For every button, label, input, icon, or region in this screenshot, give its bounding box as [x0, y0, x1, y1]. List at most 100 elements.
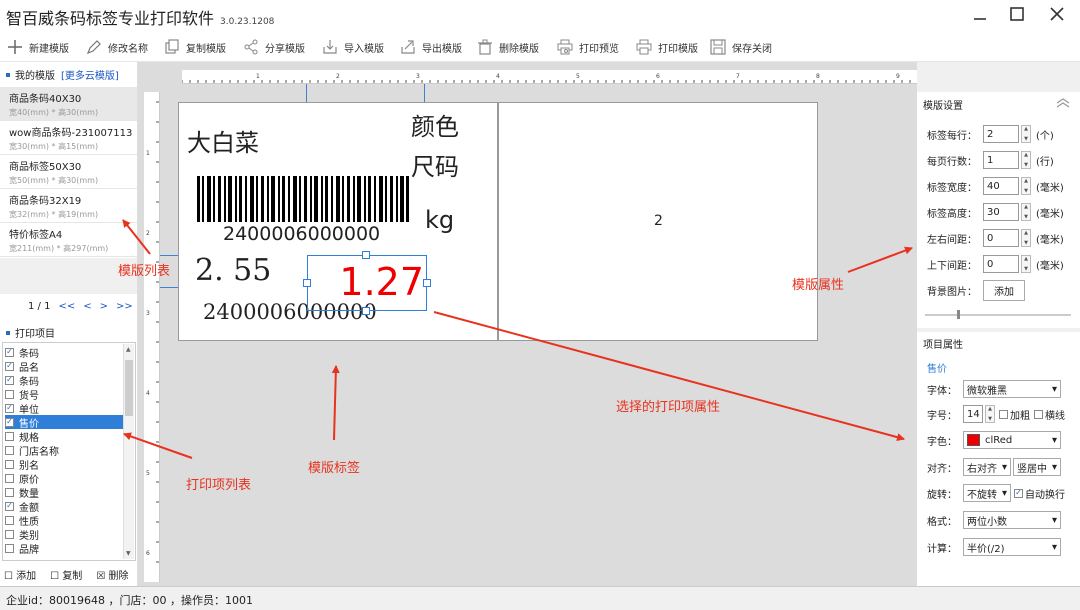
- close-button[interactable]: [1040, 0, 1074, 28]
- checkbox-unchecked-icon[interactable]: [1034, 409, 1043, 419]
- label-unit-field[interactable]: kg: [425, 206, 454, 234]
- lr-spacing-input[interactable]: 0: [983, 229, 1019, 247]
- scroll-down-icon[interactable]: ▼: [126, 550, 131, 557]
- checkbox-checked-icon[interactable]: ✓: [5, 403, 14, 413]
- checkbox-unchecked-icon[interactable]: [5, 445, 14, 455]
- height-spinner[interactable]: ▲ ▼: [1021, 203, 1031, 221]
- print-item[interactable]: ✓ 单位: [5, 401, 125, 416]
- checkbox-checked-icon[interactable]: ✓: [5, 347, 14, 357]
- checkbox-unchecked-icon[interactable]: [5, 473, 14, 483]
- font-select[interactable]: 微软雅黑 ▾: [963, 380, 1061, 398]
- rows-input[interactable]: 1: [983, 151, 1019, 169]
- print-items-list[interactable]: ✓ 条码 ✓ 品名 ✓ 条码 货号 ✓ 单位 ✓ 售价 规格 门店名称 别名 原价 数量 …: [2, 342, 136, 561]
- resize-handle[interactable]: [362, 251, 370, 259]
- v-align-select[interactable]: 竖居中 ▾: [1013, 458, 1061, 476]
- delete-item-button[interactable]: ☒ 删除: [96, 567, 128, 582]
- print-item[interactable]: 类别: [5, 527, 125, 542]
- print-item[interactable]: ✓ 金额: [5, 499, 125, 514]
- checkbox-checked-icon[interactable]: ✓: [5, 501, 14, 511]
- print-item[interactable]: 原价: [5, 471, 125, 486]
- label-original-price[interactable]: 2. 55: [195, 253, 271, 288]
- scroll-thumb[interactable]: [125, 360, 133, 416]
- collapse-icon[interactable]: [1055, 97, 1071, 109]
- print-item[interactable]: 性质: [5, 513, 125, 528]
- barcode-number[interactable]: 2400006000000: [223, 223, 380, 245]
- checkbox-checked-icon[interactable]: ✓: [5, 361, 14, 371]
- print-item[interactable]: 别名: [5, 457, 125, 472]
- save-close-button[interactable]: 保存关闭: [710, 37, 772, 57]
- rows-spinner[interactable]: ▲ ▼: [1021, 151, 1031, 169]
- per-row-input[interactable]: 2: [983, 125, 1019, 143]
- checkbox-checked-icon[interactable]: ✓: [5, 375, 14, 385]
- print-item[interactable]: 品牌: [5, 541, 125, 556]
- guide-line[interactable]: [160, 255, 178, 256]
- selected-price-text[interactable]: 1.27: [339, 260, 424, 304]
- per-row-spinner[interactable]: ▲ ▼: [1021, 125, 1031, 143]
- delete-template-button[interactable]: 删除模版: [477, 37, 539, 57]
- share-template-button[interactable]: 分享模版: [243, 37, 305, 57]
- template-item[interactable]: wow商品条码-231007113 宽30(mm) * 高15(mm): [0, 121, 137, 155]
- selected-price-field[interactable]: 1.27: [303, 251, 431, 315]
- print-item[interactable]: ✓ 条码: [5, 345, 125, 360]
- resize-handle[interactable]: [362, 307, 370, 315]
- calculation-select[interactable]: 半价(/2) ▾: [963, 538, 1061, 556]
- new-template-button[interactable]: 新建模版: [7, 37, 69, 57]
- zoom-slider-thumb[interactable]: [957, 310, 960, 319]
- print-template-button[interactable]: 打印模版: [636, 37, 698, 57]
- prev-page-button[interactable]: <: [83, 301, 91, 312]
- checkbox-unchecked-icon[interactable]: [5, 389, 14, 399]
- resize-handle[interactable]: [423, 279, 431, 287]
- h-align-select[interactable]: 右对齐 ▾: [963, 458, 1011, 476]
- checkbox-unchecked-icon[interactable]: [999, 409, 1008, 419]
- font-size-spinner[interactable]: ▲ ▼: [985, 405, 995, 423]
- checkbox-unchecked-icon[interactable]: [5, 543, 14, 553]
- lr-spacing-spinner[interactable]: ▲ ▼: [1021, 229, 1031, 247]
- guide-line[interactable]: [306, 84, 307, 102]
- label-template[interactable]: 大白菜 颜色 尺码 2400006000000 kg 2. 55 2400006…: [178, 102, 498, 341]
- print-item[interactable]: 规格: [5, 429, 125, 444]
- height-input[interactable]: 30: [983, 203, 1019, 221]
- width-input[interactable]: 40: [983, 177, 1019, 195]
- label-size-field[interactable]: 尺码: [411, 147, 459, 182]
- copy-template-button[interactable]: 复制模版: [164, 37, 226, 57]
- checkbox-checked-icon[interactable]: ✓: [1014, 488, 1023, 498]
- last-page-button[interactable]: >>: [116, 301, 133, 312]
- print-preview-button[interactable]: 打印预览: [557, 37, 619, 57]
- minimize-button[interactable]: [963, 0, 997, 28]
- print-item[interactable]: 数量: [5, 485, 125, 500]
- scroll-up-icon[interactable]: ▲: [126, 346, 131, 353]
- label-product-name[interactable]: 大白菜: [187, 123, 259, 158]
- list-scrollbar[interactable]: ▲ ▼: [123, 344, 134, 559]
- template-item[interactable]: 特价标签A4 宽211(mm) * 高297(mm): [0, 223, 137, 257]
- print-item[interactable]: 货号: [5, 387, 125, 402]
- width-spinner[interactable]: ▲ ▼: [1021, 177, 1031, 195]
- add-item-button[interactable]: ☐ 添加: [4, 567, 36, 582]
- maximize-button[interactable]: [1000, 0, 1034, 28]
- import-template-button[interactable]: 导入模版: [322, 37, 384, 57]
- font-size-input[interactable]: 14: [963, 405, 983, 423]
- design-canvas[interactable]: 1 2 3 4 5 6 7 8 9 1 2 3 4 5 6 大白菜 颜色 尺码 2400006000000…: [138, 62, 917, 586]
- add-background-button[interactable]: 添加: [983, 279, 1025, 301]
- print-item-selected[interactable]: ✓ 售价: [5, 415, 125, 430]
- label-color-field[interactable]: 颜色: [411, 107, 459, 142]
- font-color-select[interactable]: clRed ▾: [963, 431, 1061, 449]
- guide-line[interactable]: [424, 84, 425, 102]
- format-select[interactable]: 两位小数 ▾: [963, 511, 1061, 529]
- next-page-button[interactable]: >: [100, 301, 108, 312]
- more-cloud-templates-link[interactable]: [更多云模版]: [61, 67, 119, 82]
- print-item[interactable]: ✓ 条码: [5, 373, 125, 388]
- export-template-button[interactable]: 导出模版: [400, 37, 462, 57]
- first-page-button[interactable]: <<: [58, 301, 75, 312]
- rotation-select[interactable]: 不旋转 ▾: [963, 484, 1011, 502]
- barcode-image[interactable]: [197, 176, 409, 222]
- tb-spacing-spinner[interactable]: ▲ ▼: [1021, 255, 1031, 273]
- template-item[interactable]: 商品条码40X30 宽40(mm) * 高30(mm): [0, 87, 137, 121]
- checkbox-unchecked-icon[interactable]: [5, 459, 14, 469]
- tb-spacing-input[interactable]: 0: [983, 255, 1019, 273]
- guide-line[interactable]: [160, 287, 178, 288]
- rename-template-button[interactable]: 修改名称: [86, 37, 148, 57]
- template-item[interactable]: 商品条码32X19 宽32(mm) * 高19(mm): [0, 189, 137, 223]
- copy-item-button[interactable]: ☐ 复制: [50, 567, 82, 582]
- label-preview-2[interactable]: 2: [498, 102, 818, 341]
- checkbox-unchecked-icon[interactable]: [5, 431, 14, 441]
